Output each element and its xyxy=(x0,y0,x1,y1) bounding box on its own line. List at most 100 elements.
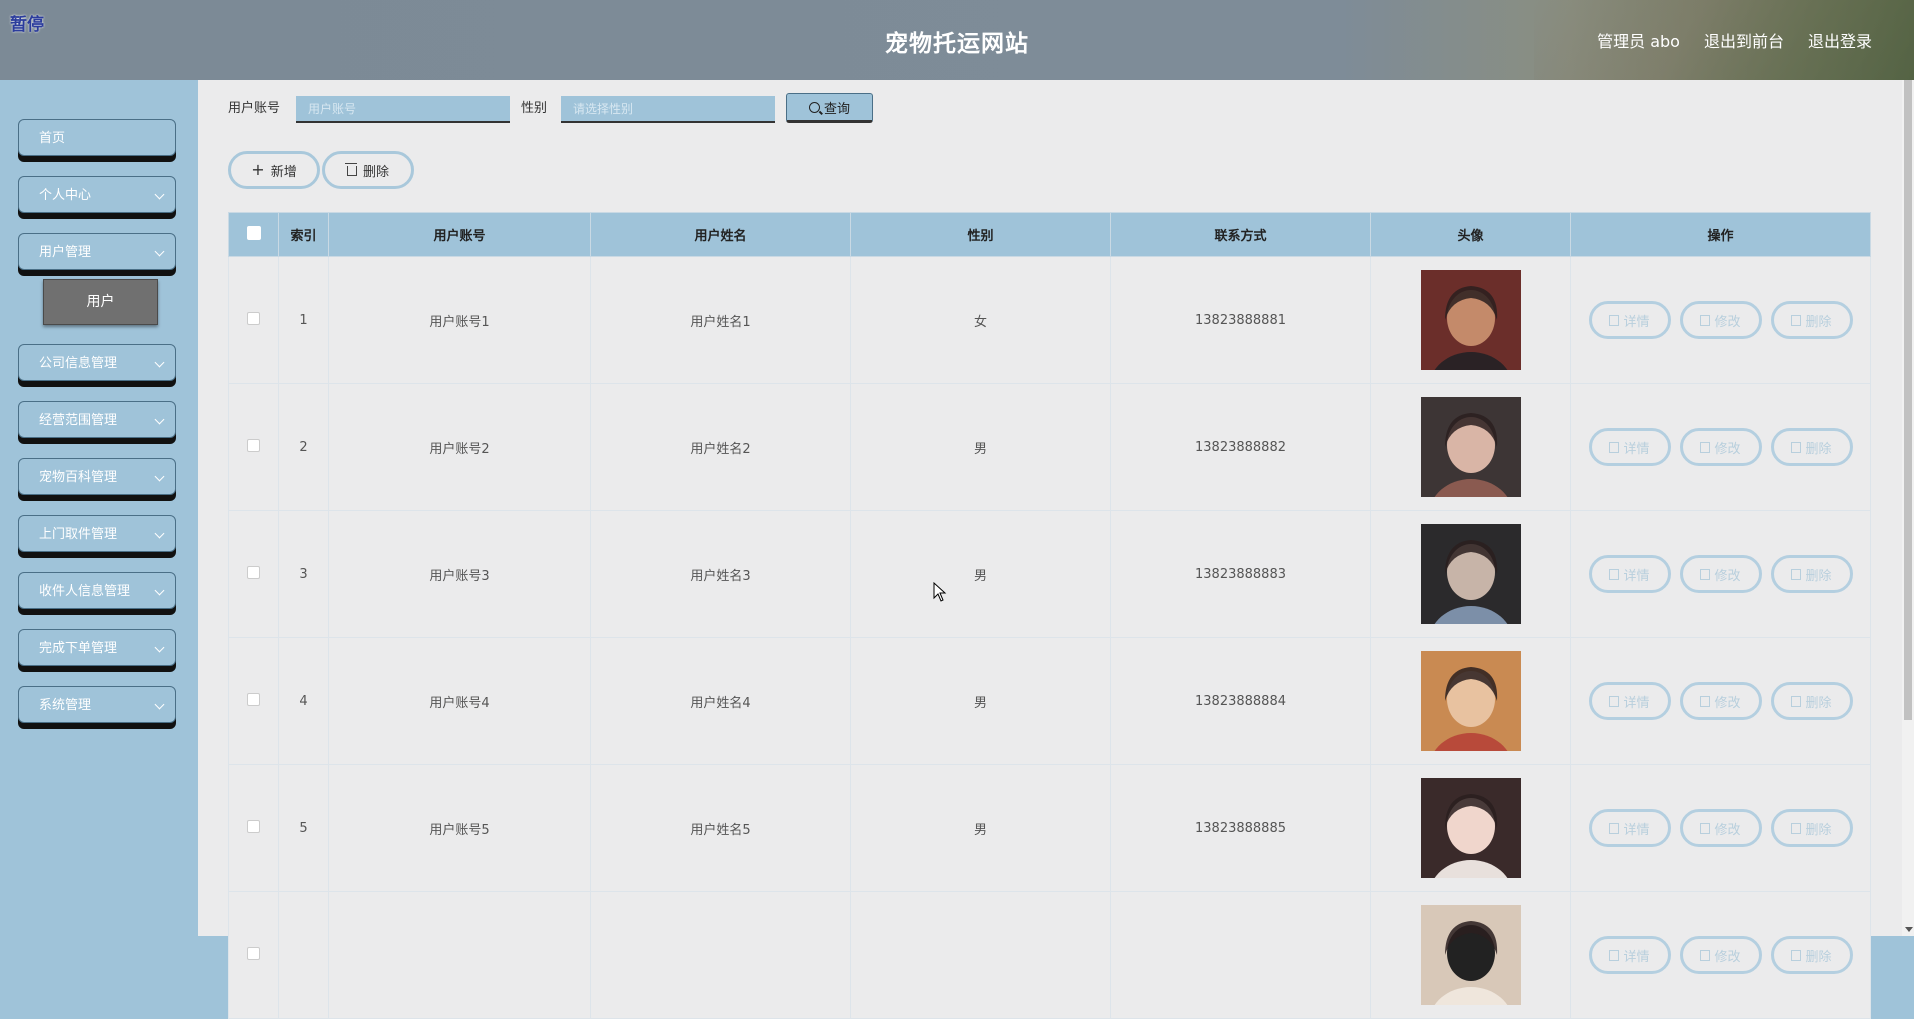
select-all-checkbox[interactable] xyxy=(246,225,261,240)
detail-button[interactable]: 详情 xyxy=(1588,936,1671,974)
delete-button[interactable]: 删除 xyxy=(1770,809,1853,847)
pencil-icon xyxy=(1700,441,1711,453)
row-index: 4 xyxy=(278,637,329,765)
delete-button[interactable]: 删除 xyxy=(1770,555,1853,593)
row-account: 用户账号1 xyxy=(328,256,591,384)
avatar[interactable] xyxy=(1420,778,1521,878)
sidebar-subitem-user[interactable]: 用户 xyxy=(43,279,158,325)
edit-button[interactable]: 修改 xyxy=(1679,428,1762,466)
chevron-down-icon xyxy=(154,189,165,200)
delete-button-label: 删除 xyxy=(1805,314,1832,330)
account-search-input[interactable] xyxy=(296,96,510,123)
edit-button-label: 修改 xyxy=(1714,949,1741,965)
avatar[interactable] xyxy=(1420,270,1521,370)
logout-link[interactable]: 退出登录 xyxy=(1808,28,1872,52)
edit-button[interactable]: 修改 xyxy=(1679,682,1762,720)
sidebar-item-label: 经营范围管理 xyxy=(39,413,118,428)
row-avatar-cell xyxy=(1370,383,1571,511)
page-scrollbar[interactable] xyxy=(1902,80,1914,936)
back-to-front-link[interactable]: 退出到前台 xyxy=(1704,28,1784,52)
row-checkbox[interactable] xyxy=(247,311,260,325)
avatar[interactable] xyxy=(1420,524,1521,624)
sidebar-item[interactable]: 经营范围管理 xyxy=(18,401,176,438)
document-icon xyxy=(1609,314,1620,326)
detail-button[interactable]: 详情 xyxy=(1588,301,1671,339)
row-checkbox[interactable] xyxy=(247,565,260,579)
detail-button-label: 详情 xyxy=(1623,441,1650,457)
sidebar-item[interactable]: 个人中心 xyxy=(18,176,176,213)
delete-button[interactable]: 删除 xyxy=(1770,682,1853,720)
chevron-down-icon xyxy=(154,471,165,482)
edit-button[interactable]: 修改 xyxy=(1679,809,1762,847)
detail-button[interactable]: 详情 xyxy=(1588,809,1671,847)
detail-button-label: 详情 xyxy=(1623,314,1650,330)
edit-button[interactable]: 修改 xyxy=(1679,555,1762,593)
sidebar-item-label: 上门取件管理 xyxy=(39,527,118,542)
column-header: 联系方式 xyxy=(1110,212,1371,257)
table-row: 1 用户账号1 用户姓名1 女 13823888881 详情 修改 删除 xyxy=(228,256,1871,384)
sidebar-item-label: 收件人信息管理 xyxy=(39,584,131,599)
row-checkbox[interactable] xyxy=(247,692,260,706)
delete-button-label: 删除 xyxy=(1805,568,1832,584)
batch-delete-button[interactable]: 删除 xyxy=(322,151,414,189)
search-icon xyxy=(808,101,820,113)
sidebar-item[interactable]: 完成下单管理 xyxy=(18,629,176,666)
add-button[interactable]: + 新增 xyxy=(228,151,320,189)
row-select-cell[interactable] xyxy=(228,764,279,892)
top-links: 管理员 abo 退出到前台 退出登录 xyxy=(1597,28,1872,52)
select-all-cell[interactable] xyxy=(228,212,279,257)
gender-select[interactable] xyxy=(561,96,775,123)
row-select-cell[interactable] xyxy=(228,637,279,765)
plus-icon: + xyxy=(251,160,265,179)
avatar[interactable] xyxy=(1420,651,1521,751)
edit-button-label: 修改 xyxy=(1714,568,1741,584)
detail-button[interactable]: 详情 xyxy=(1588,428,1671,466)
sidebar-item[interactable]: 用户管理 xyxy=(18,233,176,270)
row-checkbox[interactable] xyxy=(247,438,260,452)
sidebar-item[interactable]: 收件人信息管理 xyxy=(18,572,176,609)
sidebar-item[interactable]: 宠物百科管理 xyxy=(18,458,176,495)
sidebar-item[interactable]: 系统管理 xyxy=(18,686,176,723)
sidebar-item[interactable]: 公司信息管理 xyxy=(18,344,176,381)
row-index: 1 xyxy=(278,256,329,384)
scroll-down-arrow-icon[interactable] xyxy=(1905,927,1913,932)
delete-button[interactable]: 删除 xyxy=(1770,301,1853,339)
pencil-icon xyxy=(1700,822,1711,834)
row-avatar-cell xyxy=(1370,637,1571,765)
trash-icon xyxy=(1791,822,1802,834)
edit-button[interactable]: 修改 xyxy=(1679,936,1762,974)
document-icon xyxy=(1609,822,1620,834)
scrollbar-thumb[interactable] xyxy=(1904,80,1912,720)
row-checkbox[interactable] xyxy=(247,946,260,960)
row-phone: 13823888884 xyxy=(1110,637,1371,765)
edit-button[interactable]: 修改 xyxy=(1679,301,1762,339)
row-name: 用户姓名3 xyxy=(590,510,851,638)
delete-button[interactable]: 删除 xyxy=(1770,428,1853,466)
sidebar-item-label: 公司信息管理 xyxy=(39,356,118,371)
sidebar-item[interactable]: 首页 xyxy=(18,119,176,156)
sidebar-item-label: 个人中心 xyxy=(39,188,92,203)
delete-button-label: 删除 xyxy=(1805,695,1832,711)
delete-button[interactable]: 删除 xyxy=(1770,936,1853,974)
chevron-down-icon xyxy=(154,528,165,539)
row-select-cell[interactable] xyxy=(228,383,279,511)
row-select-cell[interactable] xyxy=(228,891,279,1019)
sidebar-item[interactable]: 上门取件管理 xyxy=(18,515,176,552)
trash-icon xyxy=(1791,949,1802,961)
detail-button[interactable]: 详情 xyxy=(1588,682,1671,720)
row-select-cell[interactable] xyxy=(228,510,279,638)
avatar[interactable] xyxy=(1420,905,1521,1005)
detail-button[interactable]: 详情 xyxy=(1588,555,1671,593)
row-checkbox[interactable] xyxy=(247,819,260,833)
row-select-cell[interactable] xyxy=(228,256,279,384)
chevron-down-icon xyxy=(154,246,165,257)
row-actions-cell: 详情 修改 删除 xyxy=(1570,637,1871,765)
row-gender: 男 xyxy=(850,764,1111,892)
row-actions-cell: 详情 修改 删除 xyxy=(1570,764,1871,892)
row-phone: 13823888883 xyxy=(1110,510,1371,638)
edit-button-label: 修改 xyxy=(1714,441,1741,457)
avatar[interactable] xyxy=(1420,397,1521,497)
pencil-icon xyxy=(1700,695,1711,707)
row-actions: 详情 修改 删除 xyxy=(1571,809,1870,847)
search-button[interactable]: 查询 xyxy=(786,93,873,123)
